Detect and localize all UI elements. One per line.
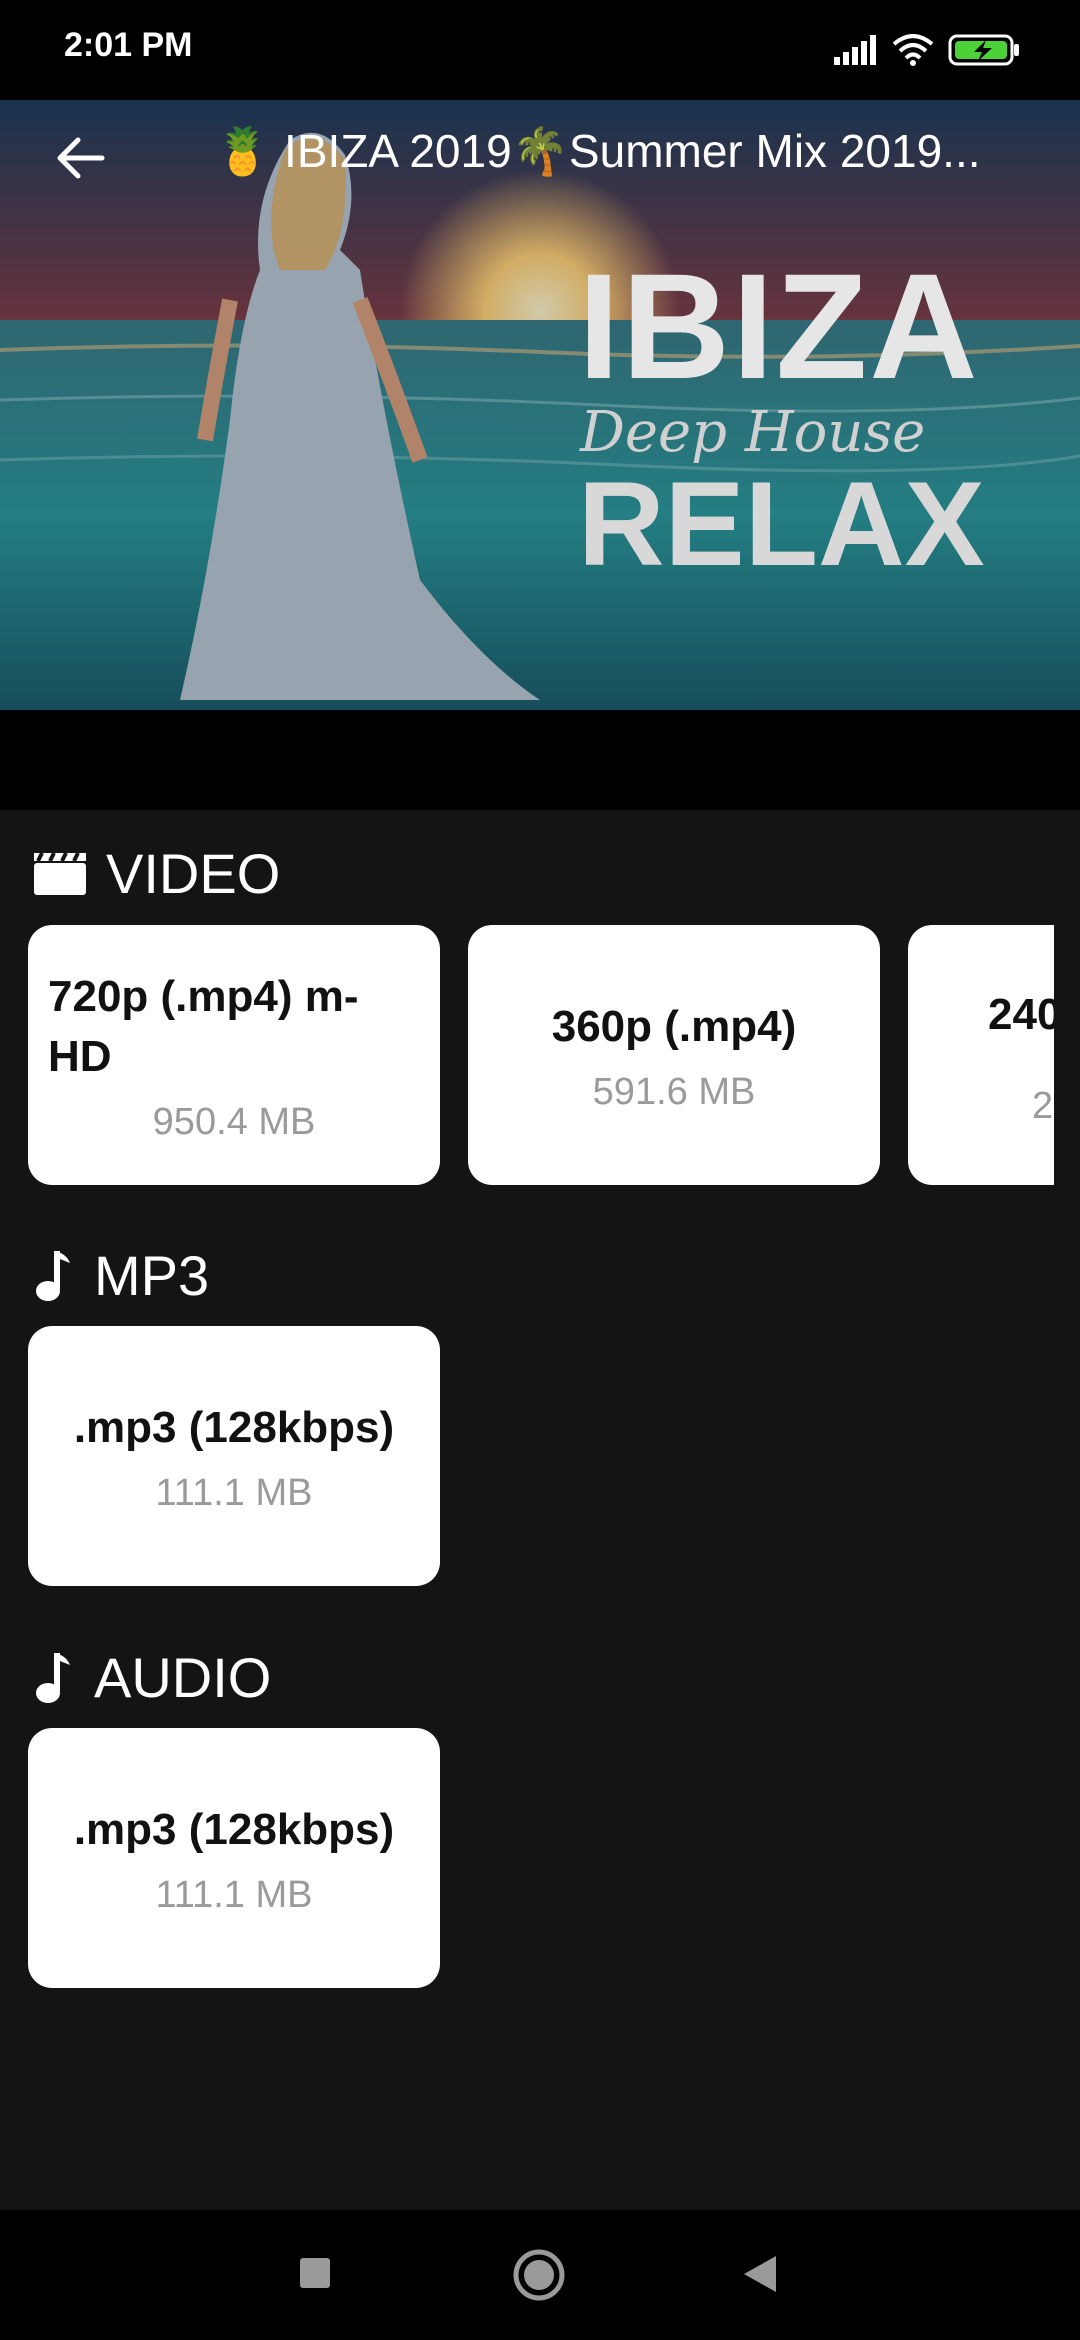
battery-icon xyxy=(948,34,1019,66)
status-bar: 2:01 PM xyxy=(0,0,1080,100)
back-nav-button[interactable] xyxy=(742,2254,778,2294)
option-title: .mp3 (128kbps) xyxy=(73,1402,395,1452)
option-size: 2 xyxy=(1032,1085,1054,1127)
clapperboard-icon xyxy=(34,852,86,895)
status-time: 2:01 PM xyxy=(64,26,193,64)
option-title: 360p (.mp4) xyxy=(551,1001,797,1051)
video-title: 🍍 IBIZA 2019🌴Summer Mix 2019... xyxy=(214,125,981,177)
music-note-icon xyxy=(36,1653,70,1703)
option-size: 111.1 MB xyxy=(155,1471,313,1514)
system-nav-bar xyxy=(0,2210,1080,2340)
audio-option-128kbps[interactable]: .mp3 (128kbps) 111.1 MB xyxy=(28,1728,440,1988)
thumbnail-text-relax: RELAX xyxy=(578,457,985,591)
option-title: .mp3 (128kbps) xyxy=(73,1804,395,1854)
video-section-header: VIDEO xyxy=(32,838,280,908)
back-arrow-icon xyxy=(57,137,105,179)
option-size: 111.1 MB xyxy=(155,1873,313,1916)
home-button[interactable] xyxy=(512,2248,566,2302)
music-note-icon xyxy=(36,1251,70,1301)
video-section-label: VIDEO xyxy=(106,841,281,905)
mp3-section-header: MP3 xyxy=(32,1240,209,1310)
video-option-360p[interactable]: 360p (.mp4) 591.6 MB xyxy=(468,925,880,1185)
wifi-icon xyxy=(892,34,934,66)
recent-apps-button[interactable] xyxy=(298,2256,332,2290)
option-size: 591.6 MB xyxy=(592,1070,756,1113)
option-title: 720p (.mp4) m-HD xyxy=(48,971,359,1081)
video-option-240p[interactable]: 240 2 xyxy=(908,925,1054,1185)
mp3-section-label: MP3 xyxy=(94,1243,210,1307)
back-button[interactable] xyxy=(40,118,120,198)
mp3-option-128kbps[interactable]: .mp3 (128kbps) 111.1 MB xyxy=(28,1326,440,1586)
signal-icon xyxy=(834,35,876,65)
thumbnail-text-ibiza: IBIZA xyxy=(578,242,980,410)
option-title: 240 xyxy=(988,990,1054,1039)
audio-section-label: AUDIO xyxy=(94,1645,272,1709)
video-option-240p-clip: 240 2 xyxy=(908,925,1054,1185)
thumbnail-bottom-bar xyxy=(0,710,1080,810)
video-thumbnail: IBIZA Deep House RELAX 🍍 IBIZA 2019🌴Summ… xyxy=(0,100,1080,710)
status-icons xyxy=(834,30,1020,70)
video-option-720p[interactable]: 720p (.mp4) m-HD 950.4 MB xyxy=(28,925,440,1185)
option-size: 950.4 MB xyxy=(152,1100,316,1143)
audio-section-header: AUDIO xyxy=(32,1642,271,1712)
